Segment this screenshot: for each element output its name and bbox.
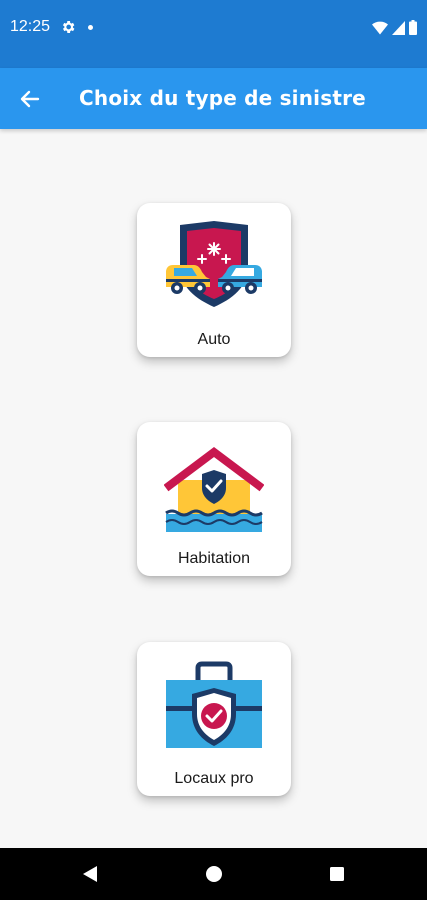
battery-icon — [409, 20, 417, 35]
signal-icon — [392, 20, 405, 35]
claim-type-card-habitation[interactable]: Habitation — [137, 422, 291, 576]
notification-dot-icon — [88, 25, 93, 30]
house-flood-icon — [164, 447, 264, 532]
card-label-habitation: Habitation — [177, 550, 251, 567]
nav-home-button[interactable] — [202, 862, 226, 886]
card-label-locaux-pro: Locaux pro — [174, 770, 254, 787]
status-time: 12:25 — [10, 18, 51, 35]
nav-back-button[interactable] — [78, 862, 102, 886]
status-icons — [372, 20, 417, 35]
claim-type-card-locaux-pro[interactable]: Locaux pro — [137, 642, 291, 796]
claim-type-card-auto[interactable]: Auto — [137, 203, 291, 357]
arrow-left-icon — [20, 90, 40, 108]
status-bar: 12:25 — [0, 0, 427, 68]
app-bar: Choix du type de sinistre — [0, 68, 427, 129]
briefcase-shield-icon — [166, 661, 262, 748]
car-collision-shield-icon — [166, 221, 262, 307]
back-button[interactable] — [14, 84, 46, 114]
page-title: Choix du type de sinistre — [79, 86, 366, 110]
recents-square-icon — [330, 867, 344, 881]
system-nav-bar — [0, 848, 427, 900]
wifi-icon — [372, 21, 388, 34]
back-triangle-icon — [83, 866, 97, 882]
gear-icon — [62, 21, 75, 33]
card-label-auto: Auto — [197, 331, 231, 348]
home-circle-icon — [206, 866, 222, 882]
nav-recents-button[interactable] — [325, 862, 349, 886]
